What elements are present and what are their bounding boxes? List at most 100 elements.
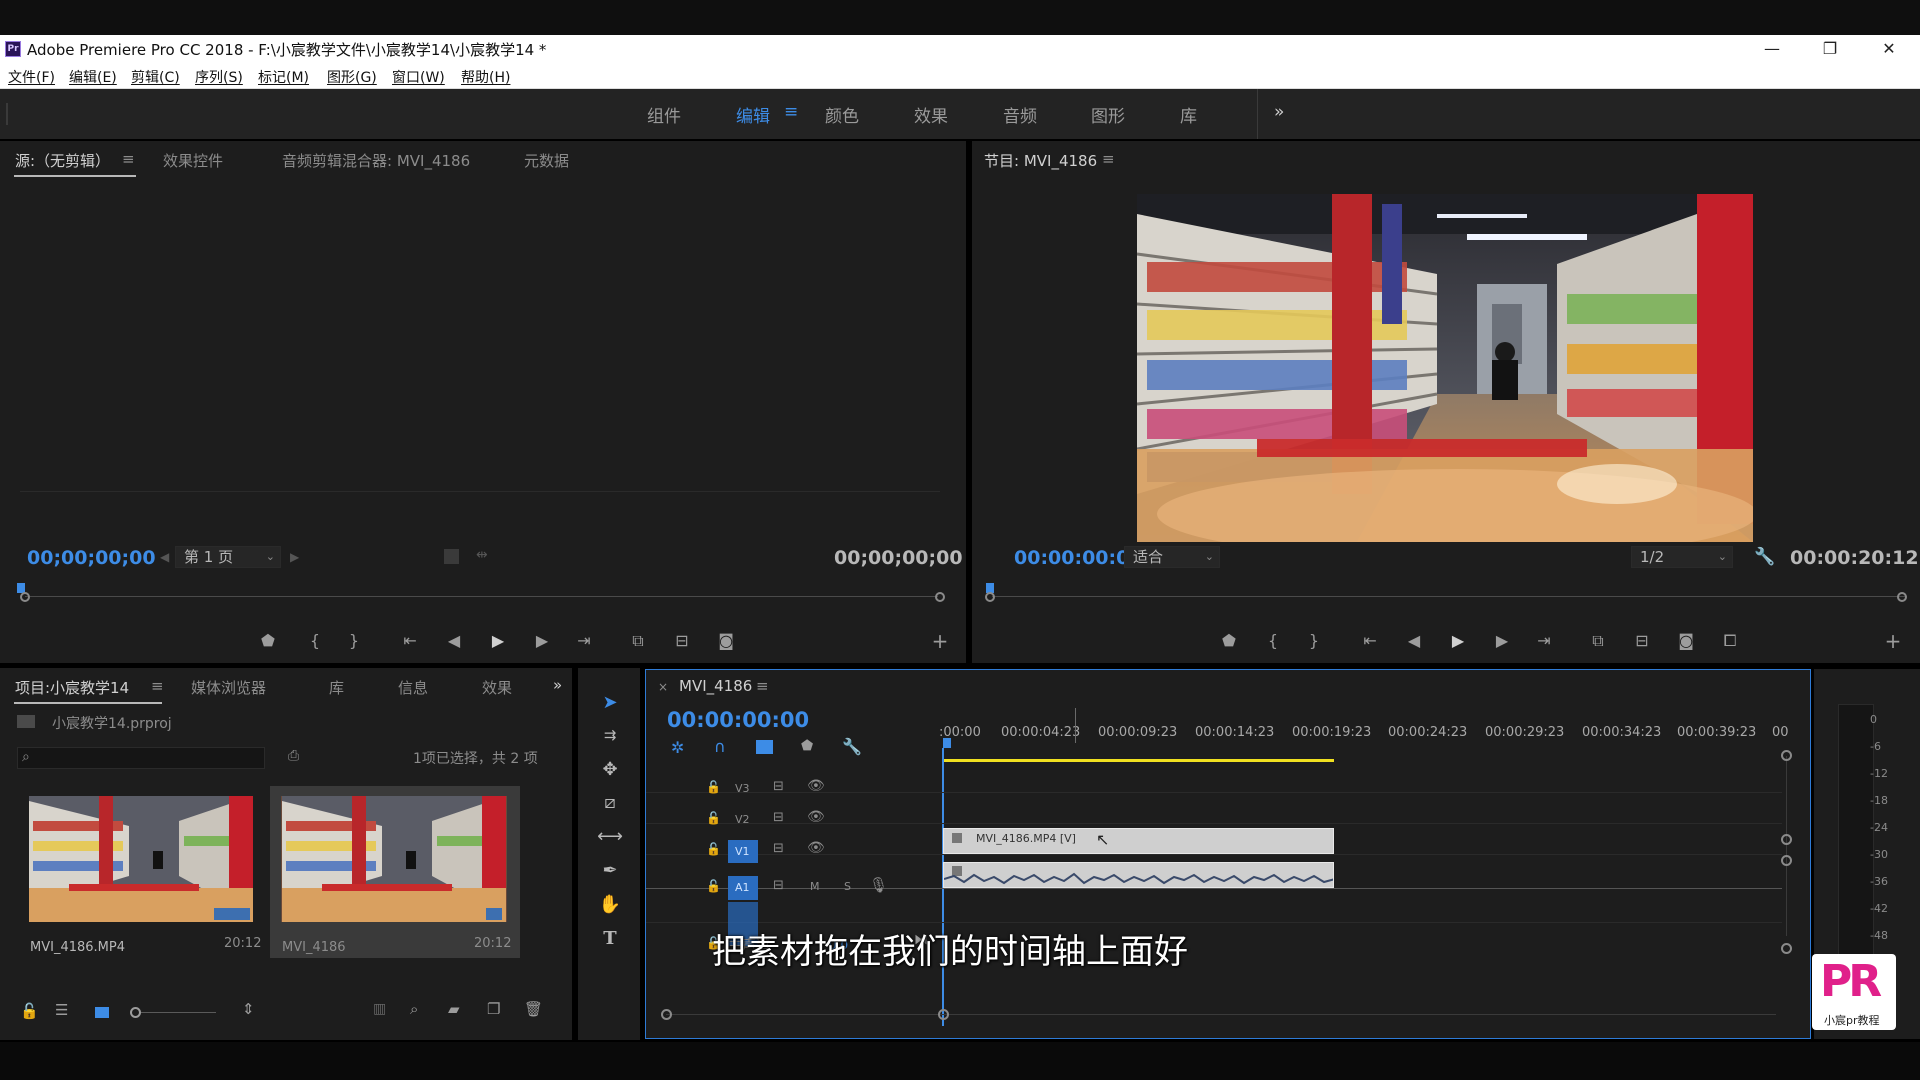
tab-effect-controls[interactable]: 效果控件 [163,150,223,171]
minimize-icon[interactable]: — [1752,37,1792,61]
automate-to-sequence-icon[interactable]: ▥ [373,1001,386,1017]
zoom-slider-handle[interactable] [130,1007,141,1018]
timeline-playhead-handle[interactable] [943,738,951,748]
tab-project[interactable]: 项目:小宸教学14 [15,677,129,698]
selection-tool-icon[interactable]: ➤ [595,692,625,713]
insert-icon[interactable]: ⧉ [625,631,651,651]
new-bin-icon[interactable]: ▰ [448,1000,460,1018]
panel-more-icon[interactable]: » [553,676,562,694]
drag-handle-icon[interactable]: ⇹ [476,547,488,563]
zoom-slider[interactable] [141,1012,216,1013]
tab-program[interactable]: 节目: MVI_4186 [984,150,1097,171]
sync-lock-icon[interactable]: ⊟ [773,841,784,856]
workspace-graphics[interactable]: 图形 [1091,102,1125,127]
sort-icon[interactable]: ⇕ [242,1000,255,1018]
hand-tool-icon[interactable]: ✋ [595,894,625,915]
menu-window[interactable]: 窗口(W) [392,67,445,87]
project-panel-menu-icon[interactable]: ≡ [151,677,164,695]
eye-icon[interactable]: 👁 [807,778,825,794]
timeline-timecode[interactable]: 00:00:00:00 [667,708,809,732]
overwrite-icon[interactable]: ⊟ [669,631,695,650]
track-label-v2[interactable]: V2 [735,813,750,826]
tab-libraries[interactable]: 库 [329,677,344,698]
timeline-menu-icon[interactable]: ≡ [756,677,769,695]
project-item-card-selected[interactable]: MVI_4186 20:12 [270,786,520,958]
sync-lock-icon[interactable]: ⊟ [773,878,784,893]
lock-icon[interactable]: 🔓 [706,879,721,893]
mark-out-icon[interactable]: } [1301,631,1327,650]
snap-magnet-icon[interactable]: ∩ [714,737,726,756]
add-button-icon[interactable]: + [1880,629,1906,653]
extract-icon[interactable]: ⊟ [1629,631,1655,650]
zoom-handle-left[interactable] [985,592,995,602]
project-item-card[interactable]: MVI_4186.MP4 20:12 [18,786,264,958]
menu-help[interactable]: 帮助(H) [461,67,510,87]
scroll-handle[interactable] [1781,943,1792,954]
add-marker-icon[interactable]: ⬟ [801,738,813,754]
export-frame-icon[interactable]: ◙ [713,631,739,650]
tab-source[interactable]: 源:（无剪辑） [15,150,110,171]
pen-tool-icon[interactable]: ✒ [595,860,625,881]
new-search-bin-icon[interactable]: ⎙ [288,748,299,764]
lock-icon[interactable]: 🔓 [706,842,721,856]
play-icon[interactable]: ▶ [1445,631,1471,650]
eye-icon[interactable]: 👁 [807,809,825,825]
eye-icon[interactable]: 👁 [807,840,825,856]
menu-sequence[interactable]: 序列(S) [195,67,243,87]
wrench-icon[interactable]: 🔧 [1754,547,1775,567]
razor-tool-icon[interactable]: ⧄ [595,792,625,813]
sequence-tab[interactable]: MVI_4186 [679,677,752,695]
add-button-icon[interactable]: + [927,629,953,653]
workspace-menu-icon[interactable]: ≡ [784,102,798,122]
ripple-edit-tool-icon[interactable]: ✥ [595,759,625,780]
scroll-handle[interactable] [1781,834,1792,845]
horizontal-scrollbar[interactable] [666,1014,1776,1015]
tab-effects[interactable]: 效果 [482,677,512,698]
linked-selection-icon[interactable] [756,740,773,754]
list-view-icon[interactable]: ☰ [55,1001,68,1019]
prev-page-icon[interactable]: ◀ [160,550,169,564]
compare-view-icon[interactable]: ⧠ [1717,631,1743,651]
zoom-handle-left[interactable] [661,1009,672,1020]
zoom-handle-right[interactable] [1897,592,1907,602]
find-icon[interactable]: ⌕ [410,1000,418,1018]
track-target-v1[interactable]: V1 [728,840,758,863]
new-item-icon[interactable]: ❐ [487,1000,500,1018]
source-zoom-bar[interactable] [25,596,938,597]
slip-tool-icon[interactable]: ⟷ [595,826,625,847]
track-target-a1[interactable]: A1 [728,876,758,900]
menu-file[interactable]: 文件(F) [8,67,55,87]
source-panel-menu-icon[interactable]: ≡ [122,150,135,168]
lock-icon[interactable]: 🔓 [706,811,721,825]
step-back-icon[interactable]: ◀ [441,631,467,650]
nest-icon[interactable]: ✲ [671,738,684,757]
tab-info[interactable]: 信息 [398,677,428,698]
close-sequence-icon[interactable]: × [658,680,668,694]
menu-marker[interactable]: 标记(M) [258,67,309,87]
microphone-icon[interactable]: 🎙 [869,876,888,894]
zoom-handle-left[interactable] [20,592,30,602]
close-icon[interactable]: ✕ [1869,37,1909,61]
go-to-out-icon[interactable]: ⇥ [1531,631,1557,650]
timeline-settings-icon[interactable]: 🔧 [842,737,862,756]
restore-icon[interactable]: ❐ [1810,37,1850,61]
lock-icon[interactable]: 🔓 [20,1002,39,1020]
program-video-frame[interactable] [1137,194,1753,542]
lift-icon[interactable]: ⧉ [1585,631,1611,651]
play-icon[interactable]: ▶ [485,631,511,650]
step-forward-icon[interactable]: ▶ [1489,631,1515,650]
workspace-libraries[interactable]: 库 [1180,102,1197,127]
go-to-out-icon[interactable]: ⇥ [571,631,597,650]
workspace-audio[interactable]: 音频 [1003,102,1037,127]
icon-view-icon[interactable] [95,1007,109,1018]
marker-icon[interactable]: ⬟ [255,631,281,650]
zoom-handle-right[interactable] [935,592,945,602]
workspace-more-icon[interactable]: » [1274,102,1284,122]
program-zoom-bar[interactable] [992,596,1907,597]
step-back-icon[interactable]: ◀ [1401,631,1427,650]
track-select-tool-icon[interactable]: ⇉ [595,726,625,744]
page-select[interactable]: 第 1 页 ⌄ [175,546,281,568]
video-clip[interactable]: MVI_4186.MP4 [V] [943,828,1334,854]
workspace-assembly[interactable]: 组件 [647,102,681,127]
tab-media-browser[interactable]: 媒体浏览器 [191,677,266,698]
